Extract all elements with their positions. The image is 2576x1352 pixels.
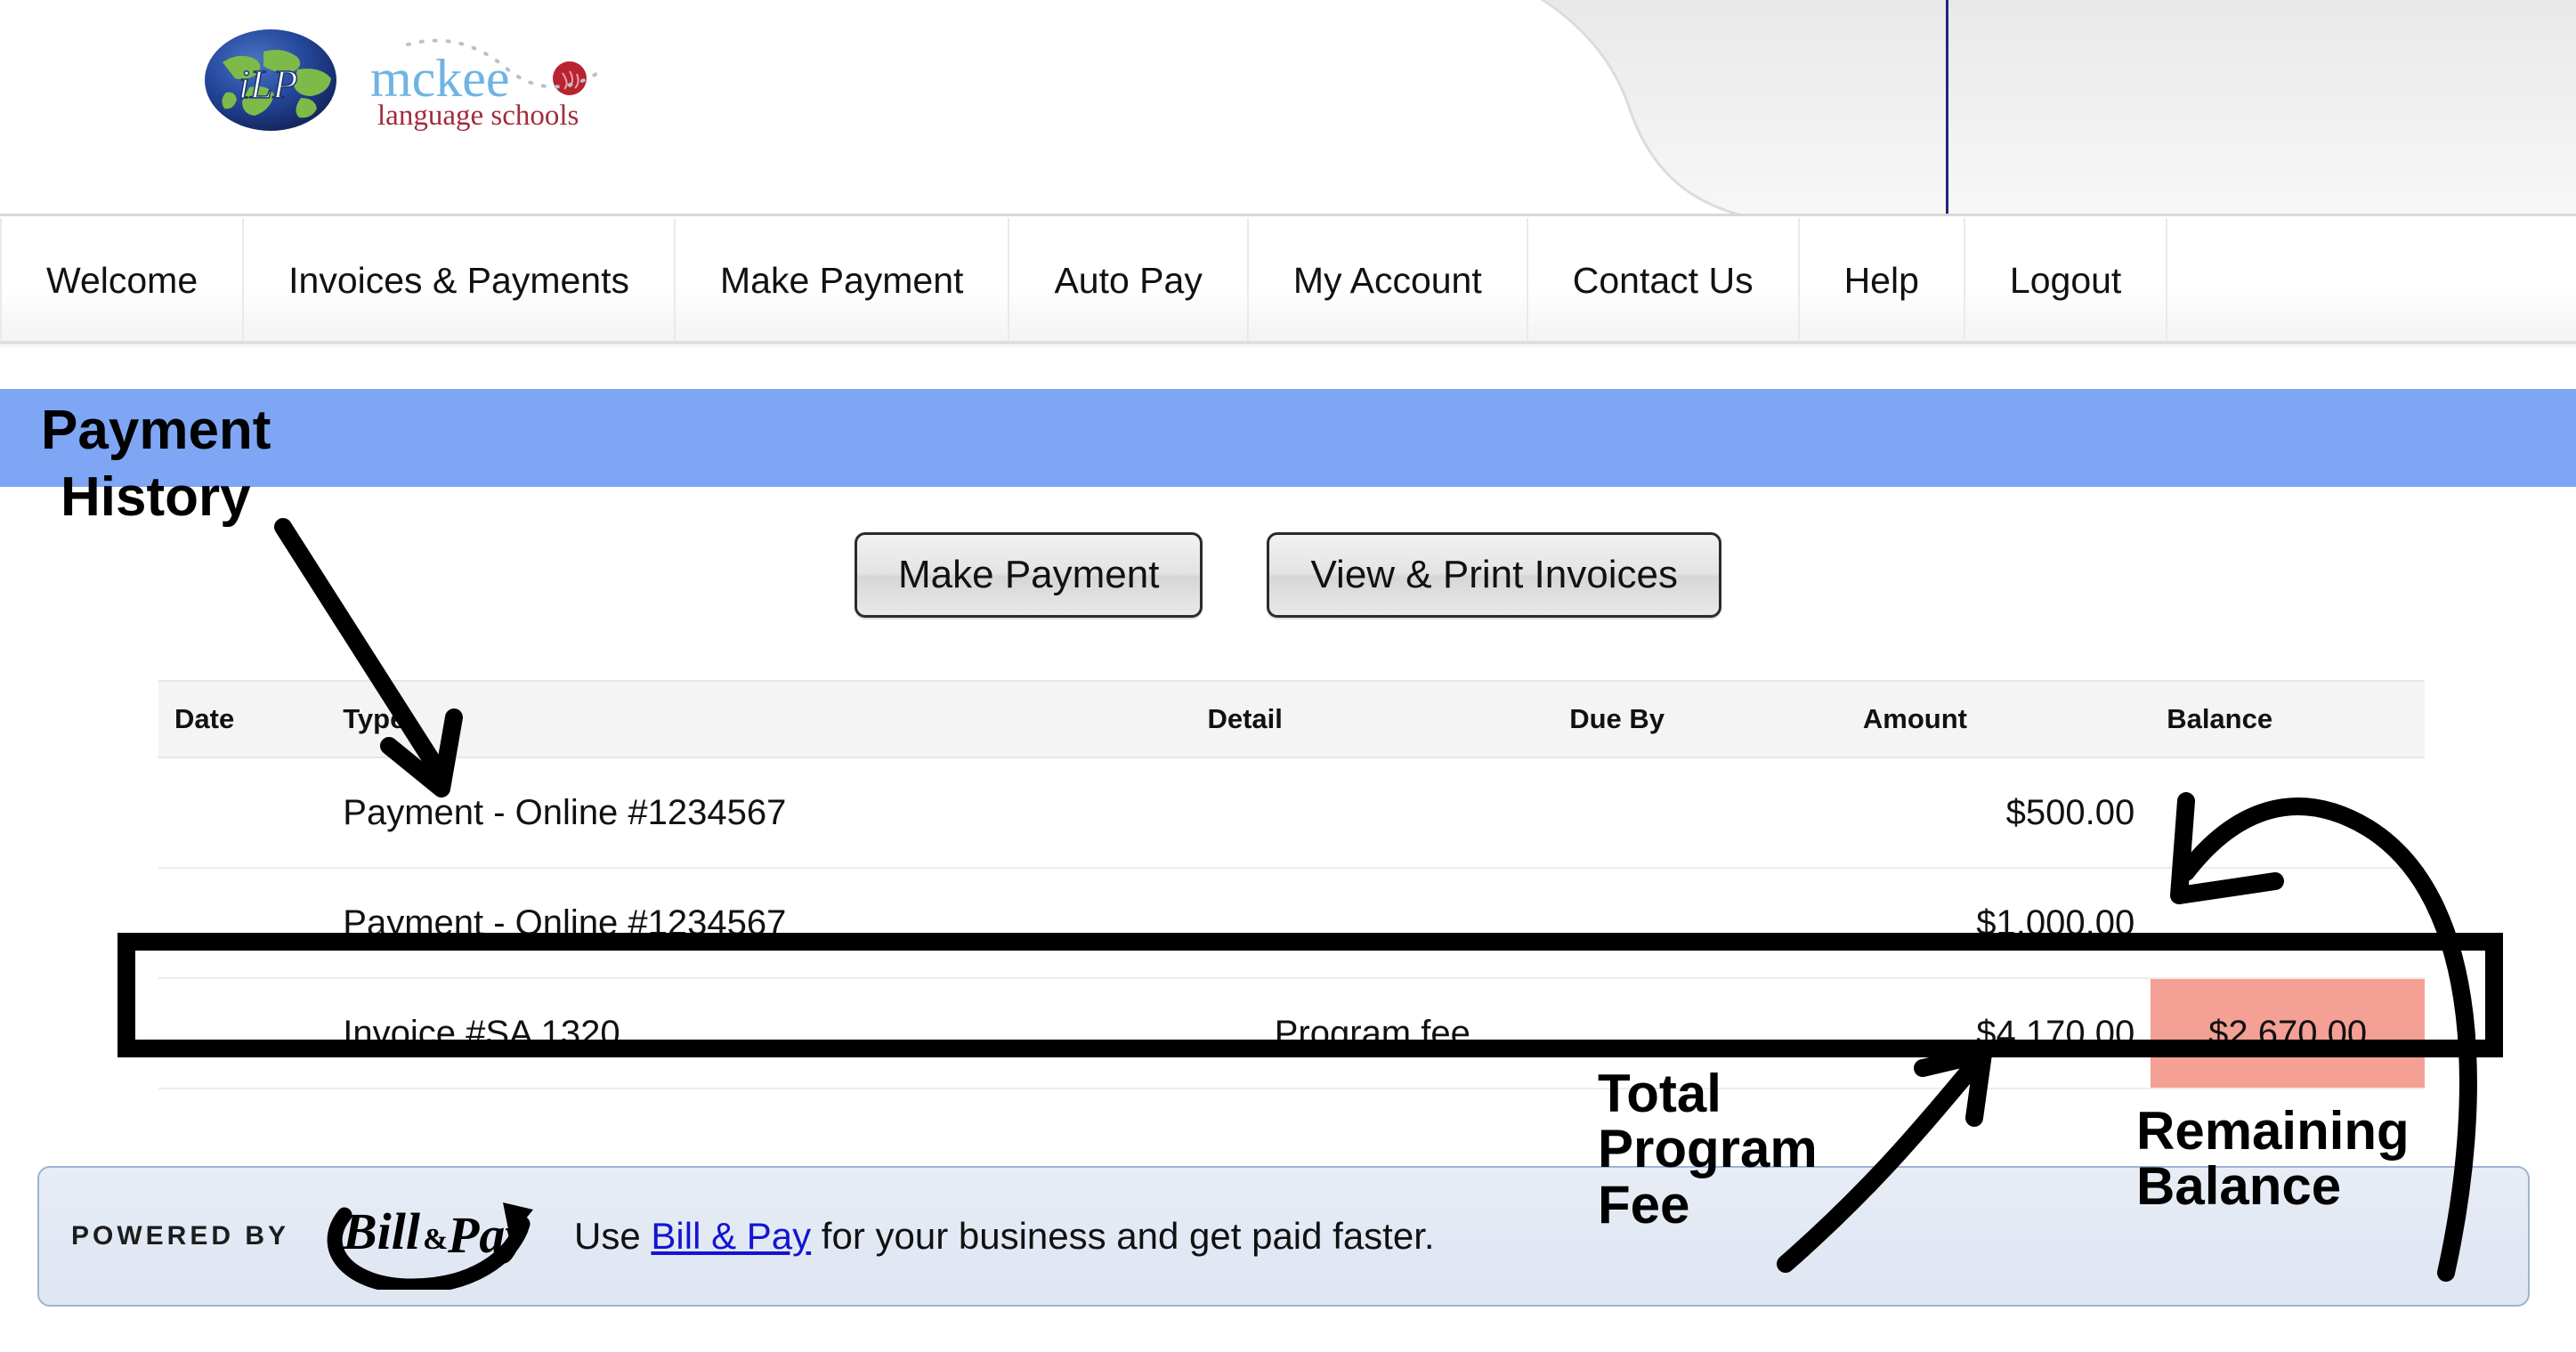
cell-date	[158, 868, 328, 979]
cell-balance-highlighted: $2,670.00	[2151, 978, 2425, 1089]
cell-detail: Program fee	[1191, 978, 1554, 1089]
column-header-detail[interactable]: Detail	[1191, 680, 1554, 758]
table-header: Date Type Detail Due By Amount Balance	[158, 680, 2425, 758]
bill-and-pay-link[interactable]: Bill & Pay	[651, 1215, 811, 1257]
svg-text:Pay: Pay	[447, 1206, 528, 1264]
mckee-wordmark: mckee language schools	[370, 38, 605, 132]
site-footer: POWERED BY Bill & Pay Use Bill & Pay for…	[37, 1166, 2530, 1307]
cell-type: Invoice #SA 1320	[327, 978, 1192, 1089]
nav-label: Contact Us	[1572, 259, 1754, 301]
cell-date	[158, 978, 328, 1089]
footer-message-suffix: for your business and get paid faster.	[811, 1215, 1435, 1257]
powered-by-label: POWERED BY	[71, 1221, 290, 1251]
cell-detail	[1191, 757, 1554, 869]
header-bottom-rule	[0, 214, 2576, 216]
nav-label: Logout	[2009, 259, 2122, 301]
make-payment-button[interactable]: Make Payment	[855, 532, 1203, 618]
cell-balance	[2151, 868, 2425, 979]
nav-item-make-payment[interactable]: Make Payment	[676, 218, 1010, 343]
cell-date	[158, 757, 328, 869]
table-body: Payment - Online #1234567 $500.00 Paymen…	[158, 757, 2425, 1089]
site-header: iLP mckee language schools	[0, 0, 2576, 216]
cell-type: Payment - Online #1234567	[327, 868, 1192, 979]
cell-balance	[2151, 757, 2425, 869]
column-header-balance[interactable]: Balance	[2151, 680, 2425, 758]
svg-text:Bill: Bill	[342, 1202, 421, 1260]
nav-item-invoices-payments[interactable]: Invoices & Payments	[244, 218, 676, 343]
nav-label: Invoices & Payments	[288, 259, 629, 301]
column-header-due-by[interactable]: Due By	[1553, 680, 1847, 758]
cell-amount: $1,000.00	[1846, 868, 2151, 979]
nav-label: Make Payment	[719, 259, 964, 301]
cell-detail	[1191, 868, 1554, 979]
nav-item-help[interactable]: Help	[1800, 218, 1965, 343]
cell-due-by	[1553, 868, 1847, 979]
nav-item-welcome[interactable]: Welcome	[0, 218, 245, 343]
table-row[interactable]: Invoice #SA 1320 Program fee $4,170.00 $…	[158, 978, 2425, 1089]
column-header-type[interactable]: Type	[327, 680, 1192, 758]
view-print-invoices-button[interactable]: View & Print Invoices	[1267, 532, 1721, 618]
column-header-date[interactable]: Date	[158, 680, 328, 758]
billpay-logo: Bill & Pay	[312, 1183, 544, 1294]
nav-item-logout[interactable]: Logout	[1965, 218, 2168, 343]
footer-message-prefix: Use	[574, 1215, 652, 1257]
table-row[interactable]: Payment - Online #1234567 $1,000.00	[158, 868, 2425, 979]
table-header-row: Date Type Detail Due By Amount Balance	[158, 680, 2425, 758]
nav-bottom-rule2	[0, 345, 2576, 347]
site-logo[interactable]: iLP mckee language schools	[167, 25, 648, 132]
nav-label: Help	[1843, 259, 1919, 301]
footer-message: Use Bill & Pay for your business and get…	[574, 1215, 1435, 1258]
globe-icon: iLP	[205, 29, 336, 131]
column-header-amount[interactable]: Amount	[1846, 680, 2151, 758]
nav-item-auto-pay[interactable]: Auto Pay	[1009, 218, 1249, 343]
nav-item-contact-us[interactable]: Contact Us	[1528, 218, 1800, 343]
table-row[interactable]: Payment - Online #1234567 $500.00	[158, 757, 2425, 869]
page-banner	[0, 389, 2576, 487]
header-vertical-divider	[1946, 0, 1948, 216]
main-navigation: Welcome Invoices & Payments Make Payment…	[0, 218, 2576, 343]
cell-amount: $4,170.00	[1846, 978, 2151, 1089]
svg-text:&: &	[423, 1223, 448, 1256]
nav-bottom-rule	[0, 341, 2576, 344]
svg-text:iLP: iLP	[239, 61, 297, 107]
nav-label: My Account	[1292, 259, 1482, 301]
nav-label: Welcome	[46, 259, 198, 301]
header-swoosh-decoration	[1540, 0, 2576, 216]
svg-text:language schools: language schools	[377, 100, 579, 132]
nav-label: Auto Pay	[1054, 259, 1203, 301]
cell-due-by	[1553, 757, 1847, 869]
cell-type: Payment - Online #1234567	[327, 757, 1192, 869]
action-button-bar: Make Payment View & Print Invoices	[0, 532, 2576, 618]
nav-item-my-account[interactable]: My Account	[1249, 218, 1528, 343]
cell-due-by	[1553, 978, 1847, 1089]
cell-amount: $500.00	[1846, 757, 2151, 869]
payment-history-table: Date Type Detail Due By Amount Balance P…	[158, 680, 2425, 1089]
